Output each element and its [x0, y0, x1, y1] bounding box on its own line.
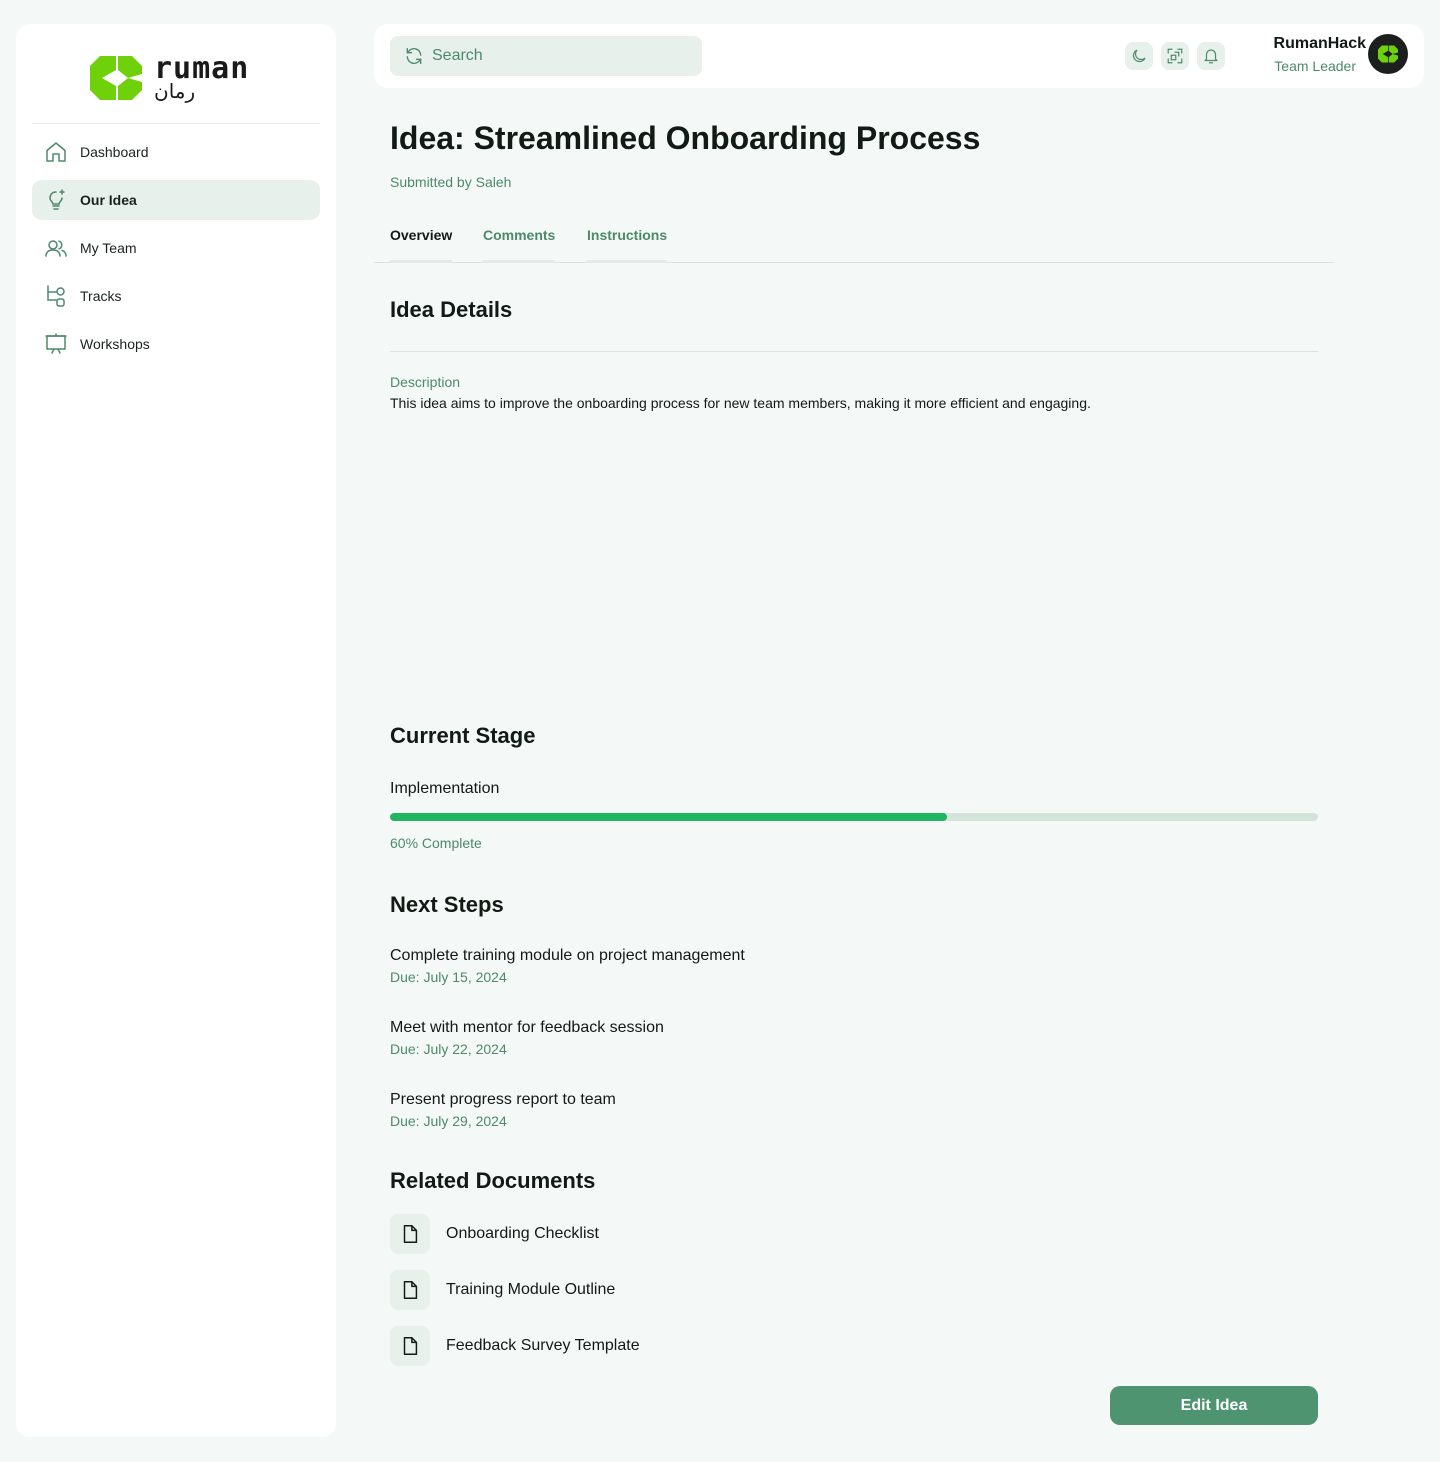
document-icon — [403, 1281, 418, 1299]
search-box[interactable] — [390, 36, 702, 76]
document-icon — [403, 1225, 418, 1243]
step-due-date: Due: July 22, 2024 — [390, 1041, 507, 1057]
idea-details-heading: Idea Details — [390, 297, 513, 322]
document-icon-box — [390, 1326, 430, 1366]
details-divider — [390, 351, 1318, 352]
document-icon — [403, 1337, 418, 1355]
page-title: Idea: Streamlined Onboarding Process — [390, 120, 981, 156]
description-label: Description — [390, 374, 461, 390]
list-item: Meet with mentor for feedback session Du… — [390, 1018, 1318, 1090]
tab-overview[interactable]: Overview — [390, 220, 453, 263]
scan-button[interactable] — [1161, 42, 1189, 70]
related-documents-heading: Related Documents — [390, 1168, 596, 1193]
next-steps-heading: Next Steps — [390, 892, 504, 917]
user-info[interactable]: RumanHack Team Leader — [1244, 34, 1366, 78]
avatar[interactable] — [1368, 34, 1408, 74]
sidebar-item-our-idea[interactable]: Our Idea — [32, 180, 320, 220]
logo-wordmark: ruman رمان — [154, 51, 250, 103]
sidebar-item-label: Tracks — [80, 288, 122, 304]
presentation-icon — [45, 333, 67, 354]
logo-latin: ruman — [154, 51, 250, 86]
sidebar-item-dashboard[interactable]: Dashboard — [32, 132, 320, 172]
step-due-date: Due: July 29, 2024 — [390, 1113, 507, 1129]
tracks-icon — [47, 285, 65, 307]
sidebar-item-label: Workshops — [80, 336, 150, 352]
progress-text: 60% Complete — [390, 835, 482, 851]
notifications-button[interactable] — [1197, 42, 1225, 70]
bell-icon — [1204, 49, 1218, 64]
user-name: RumanHack — [1273, 35, 1366, 52]
users-icon — [45, 240, 67, 257]
moon-icon — [1132, 49, 1146, 63]
document-item[interactable]: Onboarding Checklist — [390, 1214, 1318, 1270]
step-due-date: Due: July 15, 2024 — [390, 969, 507, 985]
progress-bar — [390, 813, 1318, 821]
list-item: Complete training module on project mana… — [390, 946, 1318, 1018]
top-bar: RumanHack Team Leader — [374, 24, 1424, 88]
document-icon-box — [390, 1214, 430, 1254]
user-role: Team Leader — [1274, 58, 1356, 74]
next-steps-list: Complete training module on project mana… — [390, 946, 1318, 1162]
sidebar-item-label: Dashboard — [80, 144, 149, 160]
brand-logo[interactable]: ruman رمان — [90, 54, 249, 102]
step-title: Present progress report to team — [390, 1091, 616, 1108]
stage-name: Implementation — [390, 780, 500, 797]
document-item[interactable]: Feedback Survey Template — [390, 1326, 1318, 1382]
sidebar-divider — [32, 123, 320, 124]
sidebar-item-label: Our Idea — [80, 192, 137, 208]
home-icon — [46, 142, 66, 162]
tab-bar: Overview Comments Instructions — [374, 220, 1334, 263]
document-item[interactable]: Training Module Outline — [390, 1270, 1318, 1326]
submitted-by: Submitted by Saleh — [390, 174, 512, 190]
description-text: This idea aims to improve the onboarding… — [390, 395, 1091, 411]
refresh-search-icon — [406, 47, 422, 65]
sidebar: ruman رمان Dashboard Our Idea My Team Tr… — [16, 24, 336, 1437]
document-icon-box — [390, 1270, 430, 1310]
theme-toggle-button[interactable] — [1125, 42, 1153, 70]
search-input[interactable] — [432, 47, 692, 65]
current-stage-heading: Current Stage — [390, 723, 536, 748]
ruman-logo-mark-icon — [90, 56, 142, 100]
step-title: Meet with mentor for feedback session — [390, 1019, 664, 1036]
document-name: Feedback Survey Template — [446, 1337, 640, 1354]
progress-fill — [390, 813, 947, 821]
document-name: Training Module Outline — [446, 1281, 616, 1298]
lightbulb-icon — [49, 189, 65, 210]
documents-list: Onboarding Checklist Training Module Out… — [390, 1214, 1318, 1382]
tab-comments[interactable]: Comments — [483, 220, 556, 263]
sidebar-item-label: My Team — [80, 240, 137, 256]
document-name: Onboarding Checklist — [446, 1225, 599, 1242]
logo-arabic: رمان — [154, 81, 196, 103]
list-item: Present progress report to team Due: Jul… — [390, 1090, 1318, 1162]
edit-idea-button[interactable]: Edit Idea — [1110, 1386, 1318, 1425]
ruman-avatar-icon — [1378, 45, 1398, 63]
tab-instructions[interactable]: Instructions — [587, 220, 668, 263]
scan-icon — [1167, 48, 1183, 64]
step-title: Complete training module on project mana… — [390, 947, 745, 964]
sidebar-item-workshops[interactable]: Workshops — [32, 324, 320, 364]
sidebar-item-my-team[interactable]: My Team — [32, 228, 320, 268]
sidebar-nav: Dashboard Our Idea My Team Tracks Worksh… — [32, 132, 320, 372]
sidebar-item-tracks[interactable]: Tracks — [32, 276, 320, 316]
